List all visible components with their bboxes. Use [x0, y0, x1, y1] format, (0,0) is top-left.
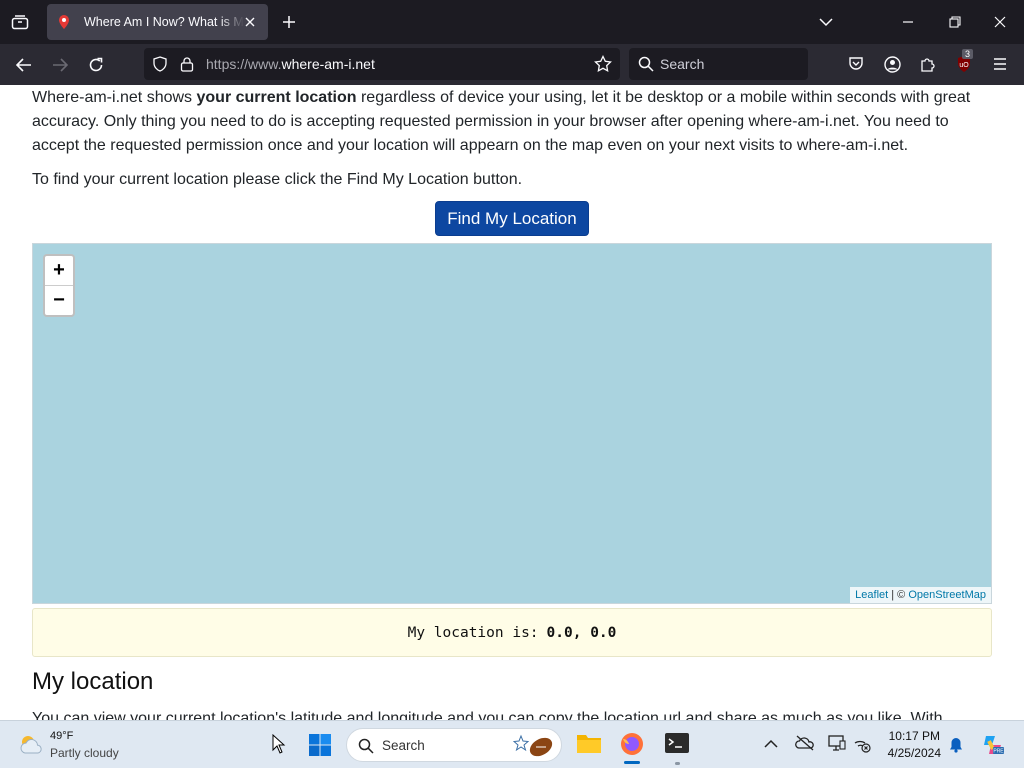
copilot-icon[interactable]: PRE	[980, 732, 1006, 758]
list-all-tabs-icon[interactable]	[815, 11, 837, 33]
new-tab-button[interactable]	[278, 11, 300, 33]
location-info-paragraph: You can view your current location's lat…	[32, 710, 943, 720]
search-highlight-icon	[513, 734, 553, 757]
svg-text:uO: uO	[959, 62, 969, 69]
intro-paragraph: Where-am-i.net shows your current locati…	[32, 86, 992, 158]
minimize-window-button[interactable]	[897, 11, 919, 33]
zoom-in-button[interactable]: +	[45, 256, 73, 286]
search-icon	[638, 56, 654, 72]
map-pin-icon	[59, 15, 69, 29]
url-text[interactable]: https://www.where-am-i.net	[206, 56, 375, 72]
zoom-out-button[interactable]: −	[45, 286, 73, 316]
tab-list-icon[interactable]	[8, 11, 32, 33]
url-domain: where-am-i.net	[281, 56, 375, 72]
address-bar[interactable]: https://www.where-am-i.net	[144, 48, 620, 80]
find-my-location-button[interactable]: Find My Location	[435, 201, 589, 236]
close-tab-icon[interactable]	[242, 14, 258, 30]
extension-badge: 3	[962, 49, 974, 59]
file-explorer-icon[interactable]	[576, 731, 602, 757]
search-bar[interactable]: Search	[629, 48, 808, 80]
extensions-icon[interactable]	[917, 53, 939, 75]
intro-bold-text: your current location	[196, 89, 357, 106]
search-icon	[358, 738, 374, 754]
clock-date[interactable]: 4/25/2024	[888, 746, 941, 760]
terminal-icon[interactable]	[664, 732, 690, 765]
bookmark-star-icon[interactable]	[594, 55, 612, 73]
running-app-indicator	[675, 762, 680, 765]
menu-icon[interactable]	[989, 53, 1011, 75]
show-hidden-icons-chevron-icon[interactable]	[764, 736, 780, 752]
partly-cloudy-icon	[20, 736, 42, 754]
location-label: My location is:	[407, 624, 539, 641]
svg-text:PRE: PRE	[993, 749, 1004, 755]
notification-bell-icon[interactable]	[948, 737, 964, 753]
close-window-button[interactable]	[989, 11, 1011, 33]
url-prefix: https://www.	[206, 56, 282, 72]
attribution-separator: | ©	[888, 589, 909, 601]
forward-button[interactable]	[48, 53, 72, 77]
account-icon[interactable]	[881, 53, 903, 75]
clock-time[interactable]: 10:17 PM	[889, 729, 940, 743]
start-button[interactable]	[308, 733, 332, 757]
firefox-icon[interactable]	[618, 730, 646, 764]
search-placeholder: Search	[660, 56, 705, 72]
pocket-icon[interactable]	[845, 53, 867, 75]
map-attribution: Leaflet | © OpenStreetMap	[850, 587, 991, 603]
tab-title: Where Am I Now? What is My Location	[84, 15, 244, 29]
network-disconnected-icon[interactable]	[853, 735, 871, 753]
shield-icon[interactable]	[152, 56, 168, 72]
instruction-paragraph: To find your current location please cli…	[32, 171, 523, 188]
display-icon[interactable]	[828, 735, 846, 751]
taskbar-search-label: Search	[382, 738, 425, 753]
taskbar: 49°F Partly cloudy Search 10:17 PM 4/25/…	[0, 720, 1024, 768]
openstreetmap-link[interactable]: OpenStreetMap	[908, 589, 986, 601]
restore-window-button[interactable]	[944, 11, 966, 33]
onedrive-offline-icon[interactable]	[795, 735, 815, 751]
location-readout: My location is: 0.0, 0.0	[32, 608, 992, 657]
ublock-origin-icon[interactable]: uO 3	[953, 49, 975, 75]
leaflet-link[interactable]: Leaflet	[855, 589, 888, 601]
location-value: 0.0, 0.0	[546, 624, 617, 641]
weather-description: Partly cloudy	[50, 746, 119, 760]
reload-button[interactable]	[84, 53, 108, 77]
section-heading: My location	[32, 668, 154, 695]
weather-widget[interactable]: 49°F Partly cloudy	[0, 721, 130, 769]
taskbar-search[interactable]: Search	[346, 728, 562, 762]
intro-text-1: Where-am-i.net shows	[32, 89, 197, 106]
zoom-control: + −	[43, 254, 75, 317]
browser-tab-bar: Where Am I Now? What is My Location	[0, 0, 1024, 44]
active-app-indicator	[624, 761, 640, 764]
mouse-cursor-icon	[272, 734, 286, 754]
lock-icon[interactable]	[180, 56, 194, 72]
web-page: Where-am-i.net shows your current locati…	[0, 85, 1024, 720]
map[interactable]: + − Leaflet | © OpenStreetMap	[32, 243, 992, 604]
back-button[interactable]	[12, 53, 36, 77]
browser-tab[interactable]: Where Am I Now? What is My Location	[47, 4, 268, 40]
weather-temperature: 49°F	[50, 730, 74, 742]
browser-nav-bar: https://www.where-am-i.net Search uO 3	[0, 44, 1024, 85]
